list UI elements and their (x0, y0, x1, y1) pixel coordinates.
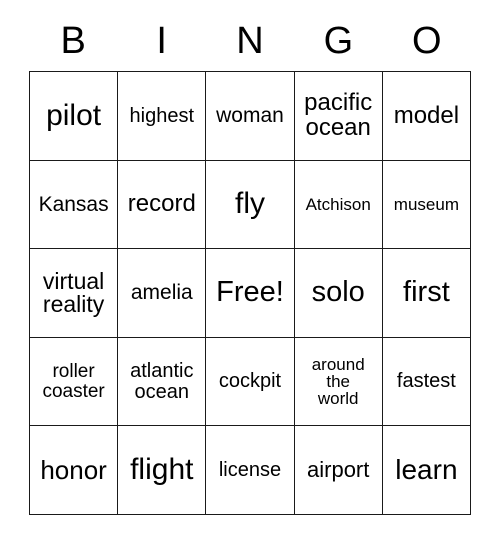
bingo-cell-label: highest (129, 104, 195, 127)
bingo-cell[interactable]: first (382, 249, 471, 338)
bingo-cell[interactable]: atlantic ocean (118, 337, 207, 427)
bingo-cell[interactable]: learn (382, 426, 471, 515)
bingo-cell-label: learn (395, 453, 458, 485)
bingo-cell[interactable]: fastest (382, 337, 471, 427)
header-letter-g: G (323, 20, 354, 62)
bingo-cell-label: museum (393, 194, 459, 214)
bingo-cell-label: honor (40, 454, 107, 485)
bingo-cell[interactable]: model (382, 72, 471, 161)
bingo-cell[interactable]: license (206, 426, 295, 515)
bingo-cell-label: roller coaster (42, 361, 105, 402)
bingo-cell[interactable]: virtual reality (30, 249, 119, 338)
header-letter-o: O (412, 20, 442, 62)
bingo-cell[interactable]: flight (118, 426, 207, 515)
bingo-cell-label: license (218, 458, 282, 481)
bingo-cell[interactable]: airport (294, 426, 383, 515)
bingo-cell[interactable]: highest (118, 72, 207, 161)
bingo-cell-label: flight (130, 452, 194, 486)
bingo-cell[interactable]: woman (206, 72, 295, 161)
bingo-cell[interactable]: around the world (294, 337, 383, 427)
header-letter-n: N (236, 20, 264, 62)
header-letter-i: I (156, 20, 167, 62)
bingo-cell-label: model (393, 101, 460, 129)
bingo-cell[interactable]: museum (382, 160, 471, 250)
bingo-cell-label: pilot (46, 98, 102, 132)
bingo-cell[interactable]: roller coaster (30, 337, 119, 427)
bingo-cell-label: pacific ocean (304, 89, 373, 141)
bingo-cell-label: record (127, 190, 196, 218)
bingo-cell-label: Kansas (38, 192, 109, 216)
bingo-free-cell[interactable]: Free! (206, 249, 295, 338)
bingo-card: B I N G O pilot highest woman pacific oc… (0, 0, 500, 544)
bingo-cell[interactable]: fly (206, 160, 295, 250)
bingo-cell-label: atlantic ocean (130, 360, 194, 403)
bingo-cell[interactable]: pacific ocean (294, 72, 383, 161)
bingo-cell[interactable]: record (118, 160, 207, 250)
bingo-cell[interactable]: amelia (118, 249, 207, 338)
bingo-grid: pilot highest woman pacific ocean model … (29, 71, 471, 515)
bingo-cell-label: airport (307, 456, 370, 482)
bingo-cell-label: around the world (311, 354, 365, 409)
bingo-cell-label: woman (216, 104, 284, 128)
bingo-cell[interactable]: pilot (30, 72, 119, 161)
bingo-header: B I N G O (29, 16, 471, 66)
header-letter-b: B (60, 20, 86, 62)
bingo-cell-label: fly (234, 187, 265, 221)
bingo-cell-label: virtual reality (42, 267, 105, 317)
bingo-cell[interactable]: honor (30, 426, 119, 515)
bingo-free-label: Free! (216, 276, 284, 309)
bingo-cell[interactable]: solo (294, 249, 383, 338)
bingo-cell-label: solo (311, 276, 365, 309)
bingo-cell-label: Atchison (305, 194, 371, 214)
bingo-cell-label: fastest (396, 370, 456, 393)
bingo-cell[interactable]: Kansas (30, 160, 119, 250)
bingo-cell-label: first (403, 276, 450, 309)
bingo-cell[interactable]: Atchison (294, 160, 383, 250)
bingo-cell[interactable]: cockpit (206, 337, 295, 427)
bingo-cell-label: amelia (130, 281, 193, 305)
bingo-cell-label: cockpit (218, 370, 282, 393)
